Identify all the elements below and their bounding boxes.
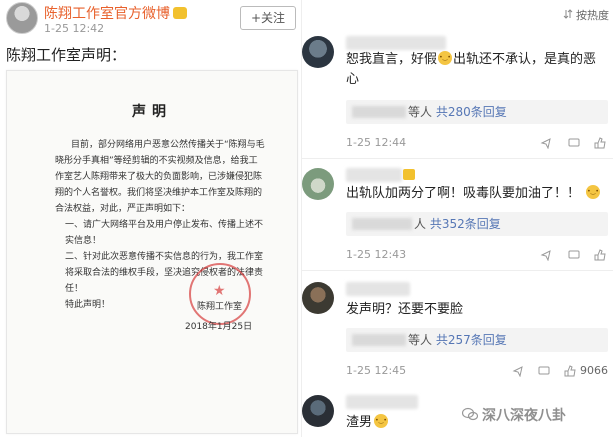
reply-count[interactable]: 等人 共257条回复 — [408, 331, 507, 348]
statement-title: 声明 — [132, 104, 172, 120]
commenter-name[interactable] — [346, 36, 446, 50]
statement-paragraph: 目前，部分网络用户恶意公然传播关于“陈翔与毛晓彤分手真相”等经剪辑的不实视频及信… — [55, 140, 265, 214]
comment-item: 恕我直言，好假出轨还不承认，是真的恶心 等人 共280条回复 1-25 12:4… — [302, 34, 613, 152]
commenter-name[interactable] — [346, 168, 402, 182]
comment-icon[interactable] — [538, 365, 550, 377]
reply-link[interactable]: 共257条回复 — [436, 333, 507, 347]
comment-item: 出轨队加两分了啊！吸毒队要加油了！！ 人 共352条回复 1-25 12:43 — [302, 166, 613, 262]
comment-item: 发声明？还要不要脸 等人 共257条回复 1-25 12:45 9066 — [302, 280, 613, 377]
statement-date: 2018年1月25日 — [185, 322, 253, 332]
account-name-text[interactable]: 陈翔工作室官方微博 — [44, 6, 170, 22]
comment-time: 1-25 12:43 — [346, 248, 407, 261]
reply-summary[interactable]: 人 共352条回复 — [346, 212, 608, 236]
official-seal-stamp — [189, 263, 251, 325]
reply-count[interactable]: 人 共352条回复 — [414, 215, 501, 232]
comment-divider — [302, 158, 613, 159]
comment-icon[interactable] — [568, 137, 580, 149]
commenter-name[interactable] — [346, 282, 410, 296]
comment-text-part: 出轨队加两分了啊！吸毒队要加油了！！ — [346, 186, 581, 201]
reply-summary[interactable]: 等人 共257条回复 — [346, 328, 608, 352]
follow-button[interactable]: +关注 — [240, 6, 296, 30]
comments-sort-bar: 按热度 — [302, 0, 613, 28]
reply-suffix: 人 — [414, 217, 427, 231]
commenter-avatar[interactable] — [302, 395, 334, 427]
account-name[interactable]: 陈翔工作室官方微博 — [44, 3, 187, 23]
reply-suffix: 等人 — [408, 105, 433, 119]
commenter-avatar[interactable] — [302, 168, 334, 200]
comment-text-part: 渣男 — [346, 415, 373, 430]
comment-text: 渣男 — [346, 413, 389, 433]
like-icon[interactable] — [564, 365, 576, 377]
emoji-icon — [586, 185, 601, 199]
comment-divider — [302, 270, 613, 271]
reply-count[interactable]: 等人 共280条回复 — [408, 103, 507, 120]
comment-icon[interactable] — [568, 249, 580, 261]
watermark-text: 深八深夜八卦 — [482, 408, 566, 424]
share-icon[interactable] — [540, 137, 552, 149]
comments-panel: 按热度 恕我直言，好假出轨还不承认，是真的恶心 等人 共280条回复 1-25 … — [301, 0, 613, 437]
emoji-icon — [438, 51, 453, 65]
comment-text: 出轨队加两分了啊！吸毒队要加油了！！ — [346, 184, 608, 204]
like-icon[interactable] — [594, 249, 606, 261]
comment-time: 1-25 12:44 — [346, 136, 407, 149]
statement-image[interactable]: 声明 目前，部分网络用户恶意公然传播关于“陈翔与毛晓彤分手真相”等经剪辑的不实视… — [6, 70, 298, 434]
post-text: 陈翔工作室声明： — [6, 46, 127, 64]
post-time: 1-25 12:42 — [44, 22, 105, 35]
comment-text-part: 恕我直言，好假 — [346, 52, 438, 67]
wechat-icon — [462, 407, 478, 421]
reply-link[interactable]: 共280条回复 — [436, 105, 507, 119]
statement-paragraph: 一、请广大网络平台及用户停止发布、传播上述不实信息！ — [65, 220, 264, 246]
emoji-icon — [374, 414, 389, 428]
share-icon[interactable] — [540, 249, 552, 261]
sort-label[interactable]: 按热度 — [576, 7, 609, 23]
replier-names — [352, 218, 412, 230]
commenter-name[interactable] — [346, 395, 418, 409]
commenter-avatar[interactable] — [302, 282, 334, 314]
weibo-post-panel: 陈翔工作室官方微博 1-25 12:42 +关注 陈翔工作室声明： 声明 目前，… — [0, 0, 300, 437]
member-badge-icon — [403, 169, 415, 180]
commenter-avatar[interactable] — [302, 36, 334, 68]
comment-text: 恕我直言，好假出轨还不承认，是真的恶心 — [346, 50, 608, 90]
like-count: 9066 — [580, 364, 608, 377]
comment-text: 发声明？还要不要脸 — [346, 302, 464, 317]
replier-names — [352, 334, 406, 346]
like-icon[interactable] — [594, 137, 606, 149]
statement-signature: 陈翔工作室 — [197, 302, 243, 312]
reply-suffix: 等人 — [408, 333, 433, 347]
sort-icon[interactable] — [563, 9, 573, 19]
reply-link[interactable]: 共352条回复 — [430, 217, 501, 231]
comment-item: 渣男 — [302, 393, 613, 437]
replier-names — [352, 106, 406, 118]
vip-badge-icon — [173, 7, 187, 19]
comment-time: 1-25 12:45 — [346, 364, 407, 377]
account-avatar[interactable] — [6, 2, 38, 34]
reply-summary[interactable]: 等人 共280条回复 — [346, 100, 608, 124]
share-icon[interactable] — [512, 365, 524, 377]
